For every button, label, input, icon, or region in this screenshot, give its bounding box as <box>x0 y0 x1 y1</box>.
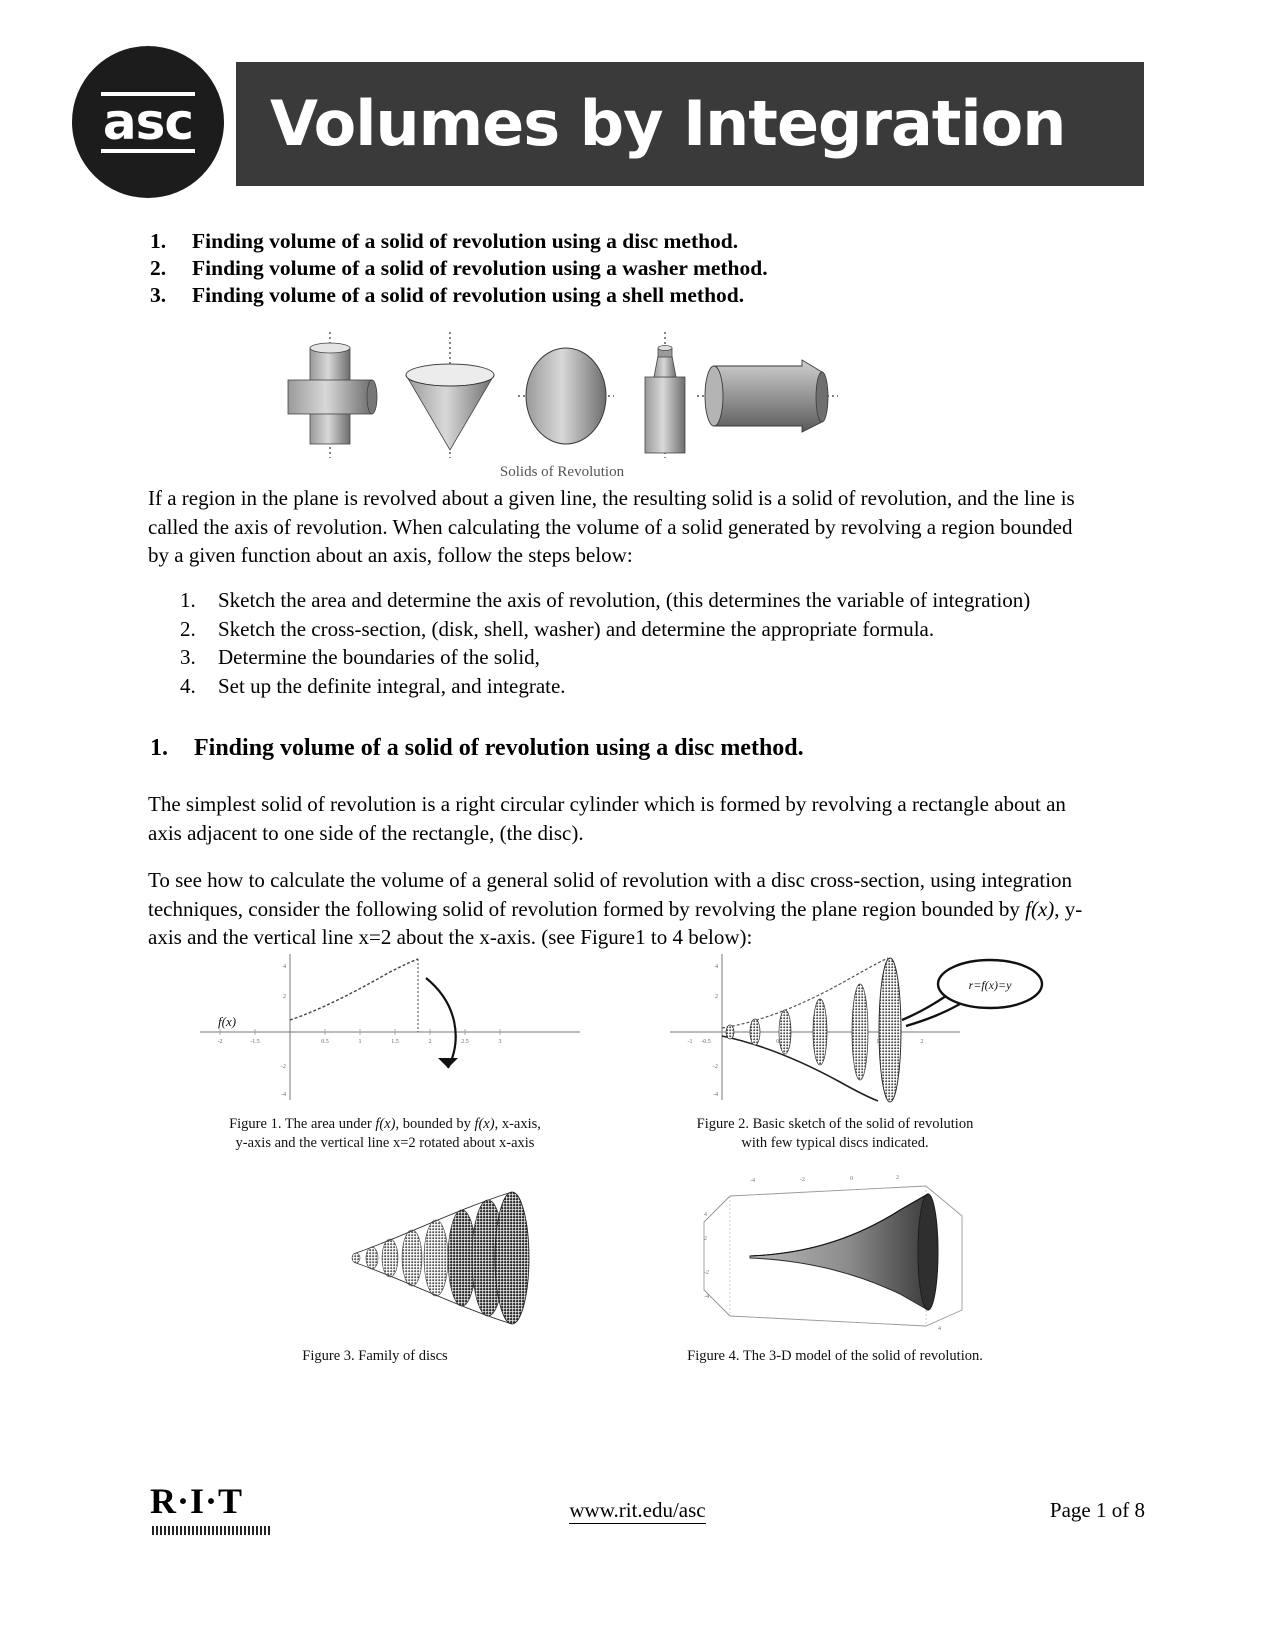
svg-text:0.5: 0.5 <box>321 1039 329 1045</box>
svg-text:1: 1 <box>359 1039 362 1045</box>
figure-1-caption-b: , bounded by <box>395 1116 475 1132</box>
svg-text:2.5: 2.5 <box>461 1039 469 1045</box>
inline-function-fx: f(x) <box>1025 896 1055 921</box>
figure-3-graphic <box>330 1180 580 1340</box>
figure-1-caption-fx2: f(x) <box>474 1116 495 1132</box>
svg-text:-2: -2 <box>218 1039 223 1045</box>
svg-text:2: 2 <box>283 994 286 1000</box>
svg-text:-2: -2 <box>704 1270 709 1276</box>
svg-text:-4: -4 <box>713 1092 718 1098</box>
figure-1-axis-label: f(x) <box>218 1014 236 1029</box>
section-number: 1. <box>150 735 168 761</box>
objective-text: Finding volume of a solid of revolution … <box>192 256 768 280</box>
svg-text:2: 2 <box>715 994 718 1000</box>
svg-text:3: 3 <box>499 1039 502 1045</box>
footer-url-text: www.rit.edu/asc <box>569 1498 706 1524</box>
figure-4-graphic: -4 -2 0 2 4 2 -2 -4 4 <box>690 1170 990 1340</box>
disc-setup-paragraph: To see how to calculate the volume of a … <box>148 866 1088 952</box>
objective-text: Finding volume of a solid of revolution … <box>192 283 745 307</box>
svg-text:-1: -1 <box>688 1039 693 1045</box>
svg-text:-1.5: -1.5 <box>250 1039 260 1045</box>
disc-intro-paragraph: The simplest solid of revolution is a ri… <box>148 792 1066 845</box>
svg-text:-2: -2 <box>713 1064 718 1070</box>
svg-text:0: 0 <box>850 1176 853 1182</box>
svg-text:4: 4 <box>704 1212 707 1218</box>
figure-2-caption-line1: Figure 2. Basic sketch of the solid of r… <box>696 1116 974 1132</box>
figure-1-caption-a: The area under <box>281 1116 376 1132</box>
objectives-list: 1. Finding volume of a solid of revoluti… <box>150 228 1100 309</box>
step-text: Sketch the cross-section, (disk, shell, … <box>218 616 935 641</box>
svg-text:4: 4 <box>715 964 718 970</box>
figure-1-caption-fx1: f(x) <box>375 1116 396 1132</box>
objective-text: Finding volume of a solid of revolution … <box>192 229 739 253</box>
objective-number: 3. <box>150 283 167 307</box>
figure-1-caption-c: , x-axis, <box>494 1116 541 1132</box>
svg-text:4: 4 <box>283 964 286 970</box>
step-item: 1. Sketch the area and determine the axi… <box>180 586 1080 615</box>
page-footer: R·I·T www.rit.edu/asc Page 1 of 8 <box>0 1470 1275 1590</box>
intro-paragraph: If a region in the plane is revolved abo… <box>148 486 1075 567</box>
document-page: asc Volumes by Integration 1. Finding vo… <box>0 0 1275 1650</box>
page-header: asc Volumes by Integration <box>72 46 1144 204</box>
section-heading: 1. Finding volume of a solid of revoluti… <box>150 733 1090 763</box>
step-item: 3. Determine the boundaries of the solid… <box>180 643 1080 672</box>
page-title: Volumes by Integration <box>270 87 1066 160</box>
section-title: Finding volume of a solid of revolution … <box>194 735 804 761</box>
figure-1-caption-lead: Figure 1. <box>229 1116 282 1132</box>
svg-text:4: 4 <box>938 1326 941 1332</box>
objective-number: 2. <box>150 256 167 280</box>
steps-list: 1. Sketch the area and determine the axi… <box>180 586 1080 700</box>
figure-2-graphic: -1-0.5 0.51 1.52 42 -2-4 r=f(x)=y <box>660 948 1060 1108</box>
step-number: 4. <box>180 673 196 698</box>
objective-number: 1. <box>150 229 167 253</box>
objective-item: 2. Finding volume of a solid of revoluti… <box>150 255 1100 282</box>
figure-2-caption: Figure 2. Basic sketch of the solid of r… <box>620 1115 1050 1153</box>
shape-barrel <box>697 359 838 433</box>
figure-4-caption: Figure 4. The 3-D model of the solid of … <box>687 1348 983 1364</box>
svg-text:-4: -4 <box>704 1294 709 1300</box>
step-number: 1. <box>180 588 196 612</box>
figure-2-caption-line2: with few typical discs indicated. <box>741 1135 929 1151</box>
disc-setup-text-a: To see how to calculate the volume of a … <box>148 868 1073 921</box>
page-number: Page 1 of 8 <box>1049 1498 1145 1522</box>
svg-text:-4: -4 <box>750 1178 755 1184</box>
svg-text:2: 2 <box>896 1175 899 1181</box>
step-item: 2. Sketch the cross-section, (disk, shel… <box>180 615 1080 644</box>
svg-text:-2: -2 <box>281 1064 286 1070</box>
asc-logo: asc <box>72 46 224 198</box>
step-number: 2. <box>180 616 196 641</box>
svg-text:2: 2 <box>704 1236 707 1242</box>
step-text: Determine the boundaries of the solid, <box>218 645 540 669</box>
shape-funnel-cone <box>405 332 495 458</box>
objective-item: 1. Finding volume of a solid of revoluti… <box>150 228 1100 255</box>
step-item: 4. Set up the definite integral, and int… <box>180 672 1080 701</box>
figure-1-caption: Figure 1. The area under f(x), bounded b… <box>150 1115 620 1153</box>
figure-1-graphic: -2 -1.5 0.5 1 1.5 2 2.5 3 4 2 -2 -4 f(x) <box>190 948 590 1108</box>
svg-text:2: 2 <box>429 1039 432 1045</box>
step-text: Sketch the area and determine the axis o… <box>218 588 1031 612</box>
solids-image-caption: Solids of Revolution <box>499 464 625 480</box>
title-banner: Volumes by Integration <box>236 62 1144 186</box>
svg-text:-4: -4 <box>281 1092 286 1098</box>
figure-3-caption: Figure 3. Family of discs <box>302 1348 448 1364</box>
svg-text:2: 2 <box>921 1039 924 1045</box>
figure-1-caption-line2: y-axis and the vertical line x=2 rotated… <box>235 1135 535 1151</box>
asc-logo-text: asc <box>100 91 196 153</box>
step-number: 3. <box>180 645 196 669</box>
solids-of-revolution-image <box>282 330 842 460</box>
svg-text:-2: -2 <box>800 1177 805 1183</box>
svg-text:-0.5: -0.5 <box>701 1039 711 1045</box>
step-text: Set up the definite integral, and integr… <box>218 673 566 698</box>
objective-item: 3. Finding volume of a solid of revoluti… <box>150 282 1100 309</box>
shape-ellipsoid <box>518 347 614 445</box>
svg-text:1.5: 1.5 <box>391 1039 399 1045</box>
rit-logo-bar <box>152 1526 270 1535</box>
shape-cross-cylinder <box>287 332 378 458</box>
figure-2-callout-label: r=f(x)=y <box>969 978 1013 992</box>
shape-bottle <box>644 332 686 458</box>
